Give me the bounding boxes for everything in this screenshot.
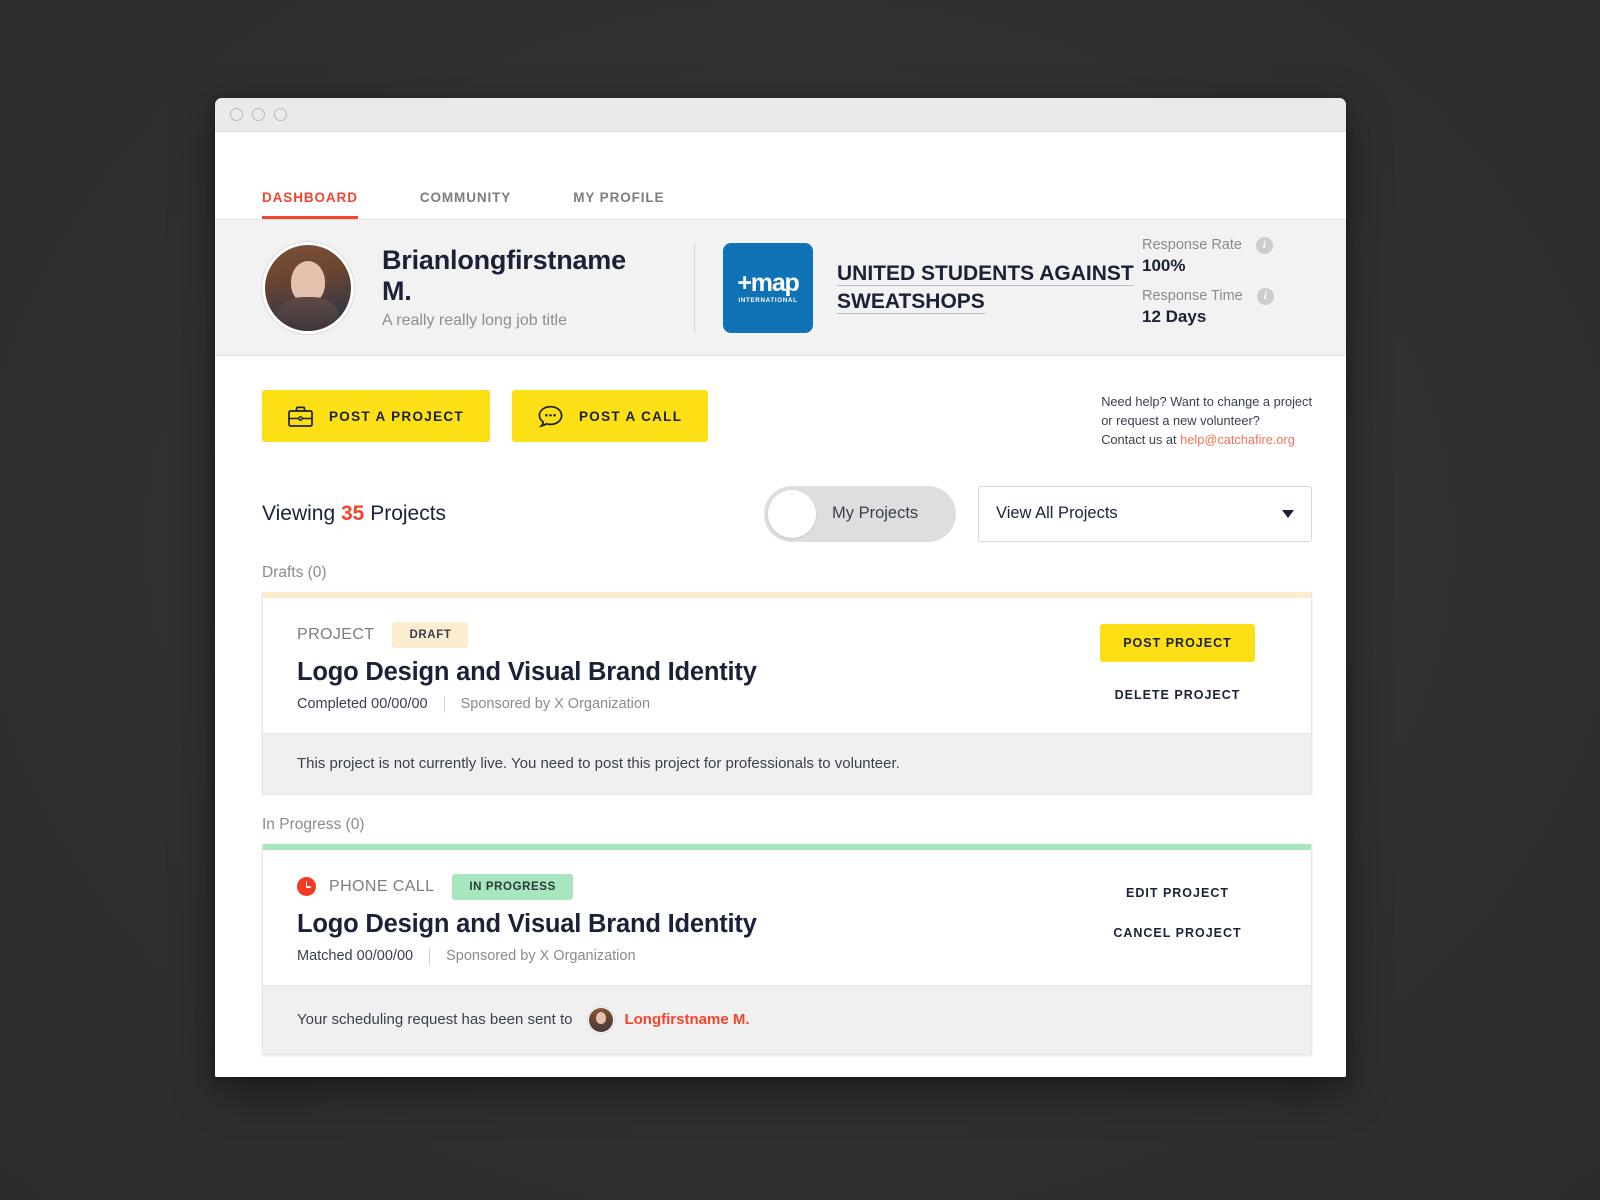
viewing-summary: Viewing 35 Projects [262,502,446,526]
my-projects-toggle[interactable]: My Projects [764,485,956,542]
profile-name-block: Brianlongfirstname M. A really really lo… [382,245,662,329]
browser-window: DASHBOARD COMMUNITY MY PROFILE Brianlong… [215,98,1346,1077]
card-footer: Your scheduling request has been sent to… [263,984,1311,1054]
card-sponsor: Sponsored by X Organization [460,696,651,713]
project-card[interactable]: PHONE CALL IN PROGRESS Logo Design and V… [262,843,1312,1055]
profile-header: Brianlongfirstname M. A really really lo… [215,220,1346,356]
post-a-call-label: POST A CALL [578,408,683,424]
response-rate-label: Response Rate [1142,237,1242,253]
status-badge: DRAFT [392,621,469,648]
card-meta: PHONE CALL IN PROGRESS [297,873,1070,900]
tab-my-profile[interactable]: MY PROFILE [573,190,664,219]
organization-name-link[interactable]: UNITED STUDENTS AGAINST SWEATSHOPS [837,260,1142,315]
response-rate-value: 100% [1142,255,1186,275]
card-body: PROJECT DRAFT Logo Design and Visual Bra… [263,598,1311,733]
help-text-block: Need help? Want to change a project or r… [1101,390,1312,450]
tab-dashboard[interactable]: DASHBOARD [262,190,358,219]
org-logo-wordmark: +map [737,269,799,297]
response-stats: Response Rate i 100% Response Time i 12 … [1142,236,1312,339]
help-email-link[interactable]: help@catchafire.org [1180,432,1295,447]
card-actions: POST PROJECT DELETE PROJECT [1070,622,1285,713]
card-date: Completed 00/00/00 [297,696,428,713]
card-meta: PROJECT DRAFT [297,621,1070,648]
viewing-prefix: Viewing [262,501,341,525]
viewing-count: 35 [341,501,365,525]
volunteer-name-link[interactable]: Longfirstname M. [624,1011,749,1028]
close-icon[interactable] [230,108,243,121]
organization-logo: +map INTERNATIONAL [723,242,813,333]
speech-bubble-icon [538,405,563,427]
post-a-call-button[interactable]: POST A CALL [511,390,709,442]
card-main: PROJECT DRAFT Logo Design and Visual Bra… [297,621,1070,713]
group-label-drafts: Drafts (0) [262,563,327,581]
maximize-icon[interactable] [274,108,287,121]
viewing-suffix: Projects [364,501,447,525]
info-icon[interactable]: i [1256,287,1274,305]
briefcase-icon [288,406,313,427]
filter-bar: Viewing 35 Projects My Projects View All… [215,450,1346,542]
card-subline: Completed 00/00/00 Sponsored by X Organi… [297,695,1070,713]
tab-community[interactable]: COMMUNITY [420,190,511,219]
response-rate-row: Response Rate i [1142,236,1312,254]
card-subline: Matched 00/00/00 Sponsored by X Organiza… [297,947,1070,965]
card-title[interactable]: Logo Design and Visual Brand Identity [297,658,1070,687]
card-title[interactable]: Logo Design and Visual Brand Identity [297,910,1070,939]
cancel-project-link[interactable]: CANCEL PROJECT [1070,926,1285,940]
avatar[interactable] [588,1006,615,1033]
minimize-icon[interactable] [252,108,265,121]
chevron-down-icon [1282,509,1294,518]
card-actions: EDIT PROJECT CANCEL PROJECT [1070,874,1285,965]
card-footer-text: Your scheduling request has been sent to [297,1011,573,1029]
org-logo-subtext: INTERNATIONAL [738,297,798,304]
toggle-knob [768,489,816,538]
window-titlebar [215,98,1346,132]
help-line-2: or request a new volunteer? [1101,412,1260,428]
clock-icon [297,877,316,897]
card-type-label: PROJECT [297,625,375,643]
card-body: PHONE CALL IN PROGRESS Logo Design and V… [263,850,1311,985]
my-projects-toggle-label: My Projects [832,504,919,523]
help-line-3: Contact us at help@catchafire.org [1101,431,1312,450]
help-line-1: Need help? Want to change a project [1101,394,1312,409]
view-projects-select-value: View All Projects [996,504,1118,523]
main-navigation: DASHBOARD COMMUNITY MY PROFILE [215,132,1346,220]
vertical-divider [694,243,695,332]
card-footer-text: This project is not currently live. You … [297,754,900,772]
profile-job-title: A really really long job title [382,311,567,329]
delete-project-link[interactable]: DELETE PROJECT [1070,688,1285,702]
edit-project-link[interactable]: EDIT PROJECT [1070,886,1285,900]
help-contact-prefix: Contact us at [1101,431,1181,447]
card-main: PHONE CALL IN PROGRESS Logo Design and V… [297,873,1070,965]
post-a-project-button[interactable]: POST A PROJECT [262,390,490,442]
info-icon[interactable]: i [1255,236,1273,254]
divider [429,947,431,965]
avatar[interactable] [262,241,354,334]
card-date: Matched 00/00/00 [297,948,414,965]
card-sponsor: Sponsored by X Organization [446,948,636,965]
organization-name-text: UNITED STUDENTS AGAINST SWEATSHOPS [837,261,1134,314]
project-card[interactable]: PROJECT DRAFT Logo Design and Visual Bra… [262,591,1312,794]
response-time-value: 12 Days [1142,306,1207,326]
group-label-in-progress: In Progress (0) [262,815,365,833]
view-projects-select[interactable]: View All Projects [978,485,1312,542]
page-title: Brianlongfirstname M. [382,245,626,306]
response-time-row: Response Time i [1142,287,1312,305]
post-project-button[interactable]: POST PROJECT [1100,623,1255,662]
primary-actions: POST A PROJECT POST A CALL Need help? Wa… [215,356,1346,450]
response-time-label: Response Time [1142,288,1243,304]
status-badge: IN PROGRESS [452,873,573,900]
card-type-label: PHONE CALL [329,877,435,895]
post-a-project-label: POST A PROJECT [329,408,464,424]
card-footer: This project is not currently live. You … [263,732,1311,793]
page-content: DASHBOARD COMMUNITY MY PROFILE Brianlong… [215,132,1346,1077]
desktop-backdrop: DASHBOARD COMMUNITY MY PROFILE Brianlong… [0,0,1600,1200]
divider [443,695,445,713]
